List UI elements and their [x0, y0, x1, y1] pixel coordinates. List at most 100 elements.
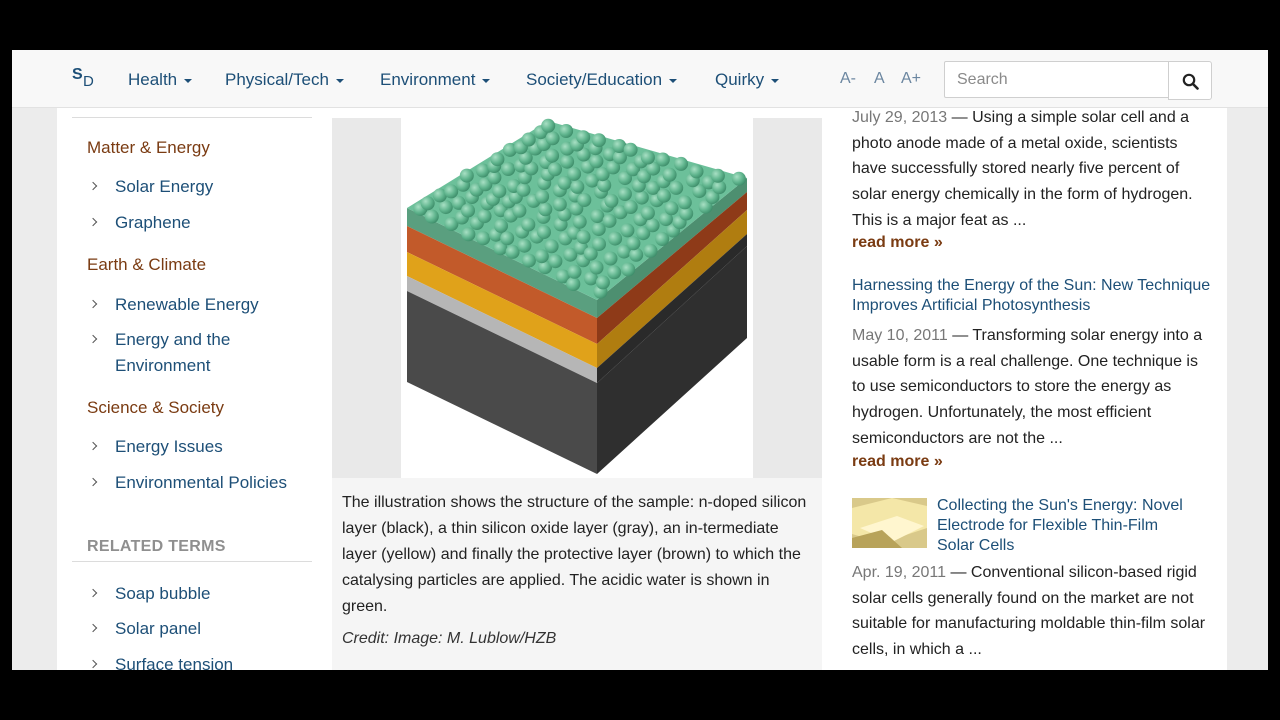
catalyst-particle	[677, 195, 692, 210]
caret-down-icon	[184, 78, 193, 83]
catalyst-particle	[592, 237, 606, 252]
font-decrease-button[interactable]: A-	[840, 70, 856, 88]
story-date: July 29, 2013	[852, 109, 948, 126]
nav-menu-physical-tech[interactable]: Physical/Tech	[225, 70, 344, 90]
catalyst-particle	[620, 223, 635, 238]
catalyst-particle	[560, 154, 575, 169]
search-icon	[1182, 73, 1199, 90]
catalyst-particle	[521, 253, 536, 268]
nav-menu-environment[interactable]: Environment	[380, 70, 491, 90]
catalyst-particle	[570, 179, 585, 194]
illustration[interactable]	[401, 118, 753, 478]
catalyst-particle	[490, 152, 505, 167]
catalyst-particle	[617, 187, 632, 201]
related-topics-sidebar: Matter & Energy Solar Energy Graphene Ea…	[72, 108, 312, 670]
catalyst-particle	[512, 203, 527, 218]
catalyst-particle	[595, 275, 610, 290]
article-figure: The illustration shows the structure of …	[332, 118, 822, 670]
sidebar-item-label: Environmental Policies	[115, 473, 287, 492]
catalyst-particle	[535, 189, 550, 204]
font-increase-button[interactable]: A+	[901, 70, 921, 88]
caret-down-icon	[669, 78, 678, 83]
catalyst-particle	[577, 193, 592, 207]
catalyst-particle	[492, 184, 507, 199]
caret-down-icon	[482, 78, 491, 83]
divider	[72, 117, 312, 118]
caret-down-icon	[335, 78, 344, 83]
catalyst-particle	[591, 133, 606, 148]
catalyst-particle	[623, 142, 638, 157]
chevron-right-icon	[88, 477, 98, 487]
chevron-right-icon	[88, 441, 98, 451]
category-matter-energy[interactable]: Matter & Energy	[87, 138, 210, 158]
logo-letter-s: S	[72, 66, 83, 83]
catalyst-particle	[604, 193, 619, 208]
catalyst-particle	[505, 244, 520, 259]
catalyst-particle	[567, 264, 582, 279]
chevron-right-icon	[88, 181, 98, 191]
browser-viewport: S D Health Physical/Tech Environment Soc…	[12, 50, 1268, 670]
catalyst-particle	[548, 254, 563, 269]
story-date: Apr. 19, 2011	[852, 564, 946, 581]
catalyst-particle	[444, 184, 459, 199]
story-title-link[interactable]: Harnessing the Energy of the Sun: New Te…	[852, 276, 1214, 316]
font-reset-button[interactable]: A	[874, 70, 885, 88]
catalyst-particle	[500, 231, 515, 246]
catalyst-particle	[541, 118, 556, 133]
nav-menu-label: Society/Education	[526, 70, 663, 89]
catalyst-particle	[461, 227, 476, 242]
chevron-right-icon	[88, 588, 98, 598]
catalyst-particle	[476, 231, 491, 246]
sidebar-item-label: Graphene	[115, 213, 191, 232]
catalyst-particle	[424, 209, 439, 224]
read-more-link[interactable]: read more »	[852, 234, 943, 252]
catalyst-particle	[516, 182, 531, 197]
nav-menu-society-education[interactable]: Society/Education	[526, 70, 678, 90]
catalyst-particle	[589, 260, 604, 275]
catalyst-particle	[669, 180, 684, 195]
catalyst-particle	[477, 209, 492, 224]
layered-sample-illustration	[407, 118, 747, 474]
catalyst-particle	[590, 209, 605, 224]
catalyst-particle	[664, 201, 679, 216]
related-term-label: Surface tension	[115, 655, 234, 670]
story-date: May 10, 2011	[852, 327, 948, 344]
catalyst-particle	[548, 162, 562, 177]
chevron-right-icon	[88, 217, 98, 227]
catalyst-particle	[459, 168, 474, 183]
catalyst-particle	[674, 156, 688, 171]
related-stories-column: July 29, 2013 — Using a simple solar cel…	[852, 108, 1217, 670]
nav-menu-health[interactable]: Health	[128, 70, 193, 90]
search-input[interactable]	[944, 61, 1169, 98]
catalyst-particle	[566, 277, 581, 291]
story-title-link[interactable]: Collecting the Sun's Energy: Novel Elect…	[937, 496, 1197, 556]
story-summary-text: Transforming solar energy into a usable …	[852, 327, 1203, 447]
catalyst-particle	[643, 243, 658, 258]
nav-menu-quirky[interactable]: Quirky	[715, 70, 780, 90]
category-science-society[interactable]: Science & Society	[87, 398, 224, 418]
nav-menu-label: Physical/Tech	[225, 70, 329, 89]
chevron-right-icon	[88, 299, 98, 309]
catalyst-particle	[602, 213, 617, 228]
catalyst-particle	[607, 265, 622, 280]
catalyst-particle	[655, 152, 670, 167]
sidebar-item-label: Energy and the Environment	[115, 330, 231, 375]
story-summary: May 10, 2011 — Transforming solar energy…	[852, 327, 1203, 447]
catalyst-particle	[576, 130, 591, 145]
caret-down-icon	[771, 78, 780, 83]
read-more-link[interactable]: read more »	[852, 453, 943, 471]
catalyst-particle	[626, 236, 641, 251]
sidebar-item-label: Solar Energy	[115, 177, 214, 196]
category-earth-climate[interactable]: Earth & Climate	[87, 255, 206, 275]
catalyst-particle	[640, 206, 655, 220]
story-thumbnail[interactable]	[852, 498, 927, 548]
sidebar-item-label: Renewable Energy	[115, 295, 259, 314]
story-summary: July 29, 2013 — Using a simple solar cel…	[852, 109, 1193, 229]
search-button[interactable]	[1168, 61, 1212, 100]
catalyst-particle	[603, 251, 618, 266]
figure-credit: Credit: Image: M. Lublow/HZB	[342, 630, 557, 647]
catalyst-particle	[461, 203, 475, 218]
catalyst-particle	[521, 217, 536, 232]
top-navigation-bar: S D Health Physical/Tech Environment Soc…	[12, 50, 1268, 108]
nav-menu-label: Environment	[380, 70, 476, 89]
